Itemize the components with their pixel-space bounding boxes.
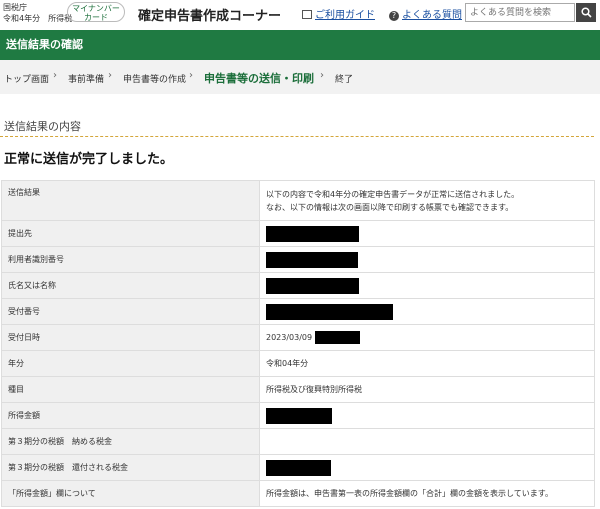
table-row: 第３期分の税額 納める税金	[1, 428, 595, 455]
receipt-date: 2023/03/09	[266, 333, 313, 342]
completion-message: 正常に送信が完了しました。	[4, 152, 174, 167]
table-row: 受付日時 2023/03/09	[1, 324, 595, 351]
row-value	[259, 428, 595, 455]
breadcrumb-create: 申告書等の作成	[123, 75, 187, 85]
row-value: 所得税及び復興特別所得税	[259, 376, 595, 403]
chevron-right-icon: ›	[320, 70, 324, 81]
org-line1: 国税庁	[3, 3, 27, 12]
row-value: 令和04年分	[259, 350, 595, 377]
header: 国税庁 令和4年分 所得税 マイナンバー カード 確定申告書作成コーナー ご利用…	[0, 0, 600, 28]
row-label: 受付番号	[1, 298, 260, 325]
breadcrumb: トップ画面 › 事前準備 › 申告書等の作成 › 申告書等の送信・印刷 › 終了	[0, 60, 600, 94]
book-icon	[302, 10, 312, 19]
chevron-right-icon: ›	[108, 70, 112, 81]
row-label: 氏名又は名称	[1, 272, 260, 299]
row-value: 2023/03/09	[259, 324, 595, 351]
search-button[interactable]	[576, 3, 596, 22]
search-icon	[580, 7, 592, 18]
faq-link-label: よくある質問	[402, 10, 462, 21]
row-value: 所得金額は、申告書第一表の所得金額欄の「合計」欄の金額を表示しています。	[259, 480, 595, 507]
table-row: 「所得金額」欄について 所得金額は、申告書第一表の所得金額欄の「合計」欄の金額を…	[1, 480, 595, 507]
row-label: 「所得金額」欄について	[1, 480, 260, 507]
mynumber-card-button[interactable]: マイナンバー カード	[67, 2, 125, 22]
mynumber-line1: マイナンバー	[72, 4, 120, 13]
row-value	[259, 220, 595, 247]
mynumber-line2: カード	[84, 13, 108, 22]
row-label: 送信結果	[1, 180, 260, 221]
row-value	[259, 298, 595, 325]
row-label: 所得金額	[1, 402, 260, 429]
guide-link[interactable]: ご利用ガイド	[302, 6, 375, 21]
result-table: 送信結果 以下の内容で令和4年分の確定申告書データが正常に送信されました。 なお…	[1, 180, 595, 507]
faq-link[interactable]: ? よくある質問	[389, 6, 462, 21]
org-line2: 令和4年分 所得税	[3, 14, 73, 23]
section-divider	[0, 136, 594, 137]
row-label: 第３期分の税額 納める税金	[1, 428, 260, 455]
row-value: 以下の内容で令和4年分の確定申告書データが正常に送信されました。 なお、以下の情…	[259, 180, 595, 221]
breadcrumb-current: 申告書等の送信・印刷	[204, 72, 314, 85]
org-label: 国税庁 令和4年分 所得税	[3, 2, 72, 24]
redaction-block	[266, 251, 358, 268]
redaction-block	[315, 331, 361, 344]
row-label: 利用者識別番号	[1, 246, 260, 273]
table-row: 第３期分の税額 還付される税金	[1, 454, 595, 481]
app-title: 確定申告書作成コーナー	[138, 9, 282, 24]
result-line1: 以下の内容で令和4年分の確定申告書データが正常に送信されました。	[266, 189, 520, 199]
row-label: 提出先	[1, 220, 260, 247]
table-row: 年分 令和04年分	[1, 350, 595, 377]
row-value	[259, 272, 595, 299]
redaction-block	[266, 459, 331, 476]
section-title: 送信結果の内容	[4, 120, 81, 133]
row-label: 受付日時	[1, 324, 260, 351]
row-value	[259, 246, 595, 273]
redaction-block	[266, 277, 359, 294]
redaction-block	[266, 407, 332, 424]
faq-search-input[interactable]	[465, 3, 575, 22]
row-label: 第３期分の税額 還付される税金	[1, 454, 260, 481]
table-row: 所得金額	[1, 402, 595, 429]
row-value	[259, 454, 595, 481]
table-row: 送信結果 以下の内容で令和4年分の確定申告書データが正常に送信されました。 なお…	[1, 180, 595, 221]
row-label: 年分	[1, 350, 260, 377]
row-label: 種目	[1, 376, 260, 403]
page-title: 送信結果の確認	[0, 30, 600, 60]
redaction-block	[266, 303, 393, 320]
result-line2: なお、以下の情報は次の画面以降で印刷する帳票でも確認できます。	[266, 202, 514, 212]
chevron-right-icon: ›	[189, 70, 193, 81]
row-value	[259, 402, 595, 429]
table-row: 受付番号	[1, 298, 595, 325]
question-icon: ?	[389, 11, 399, 21]
redaction-block	[266, 225, 359, 242]
table-row: 種目 所得税及び復興特別所得税	[1, 376, 595, 403]
table-row: 提出先	[1, 220, 595, 247]
breadcrumb-top: トップ画面	[4, 75, 50, 85]
table-row: 氏名又は名称	[1, 272, 595, 299]
chevron-right-icon: ›	[53, 70, 57, 81]
breadcrumb-prep: 事前準備	[68, 75, 105, 85]
table-row: 利用者識別番号	[1, 246, 595, 273]
breadcrumb-end: 終了	[335, 75, 354, 85]
guide-link-label: ご利用ガイド	[315, 10, 375, 21]
